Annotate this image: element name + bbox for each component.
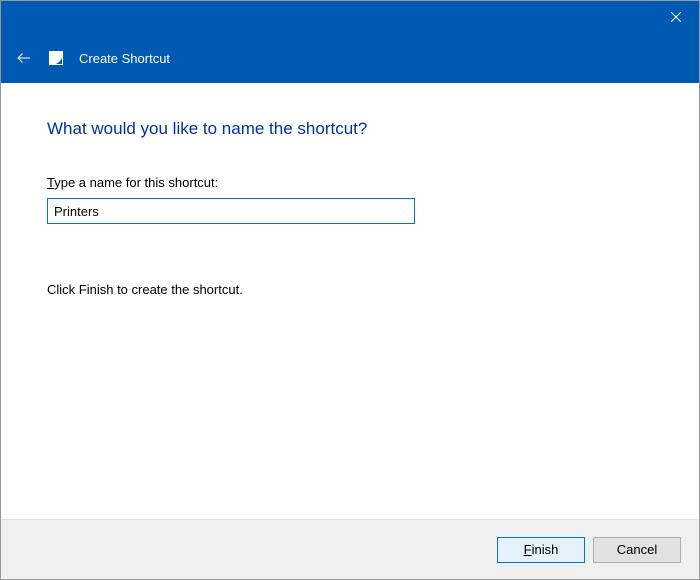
page-heading: What would you like to name the shortcut… — [47, 119, 653, 139]
wizard-footer: Finish Cancel — [1, 519, 699, 579]
back-button[interactable] — [15, 49, 33, 67]
wizard-title: Create Shortcut — [79, 51, 170, 66]
close-icon — [671, 12, 681, 22]
shortcut-icon — [49, 51, 63, 65]
shortcut-name-label: Type a name for this shortcut: — [47, 175, 653, 190]
wizard-content: What would you like to name the shortcut… — [1, 83, 699, 519]
instruction-text: Click Finish to create the shortcut. — [47, 282, 653, 297]
close-button[interactable] — [653, 1, 699, 33]
titlebar — [1, 1, 699, 33]
cancel-button[interactable]: Cancel — [593, 537, 681, 563]
finish-button[interactable]: Finish — [497, 537, 585, 563]
back-arrow-icon — [15, 49, 33, 67]
shortcut-name-input[interactable] — [47, 198, 415, 224]
wizard-header: Create Shortcut — [1, 33, 699, 83]
